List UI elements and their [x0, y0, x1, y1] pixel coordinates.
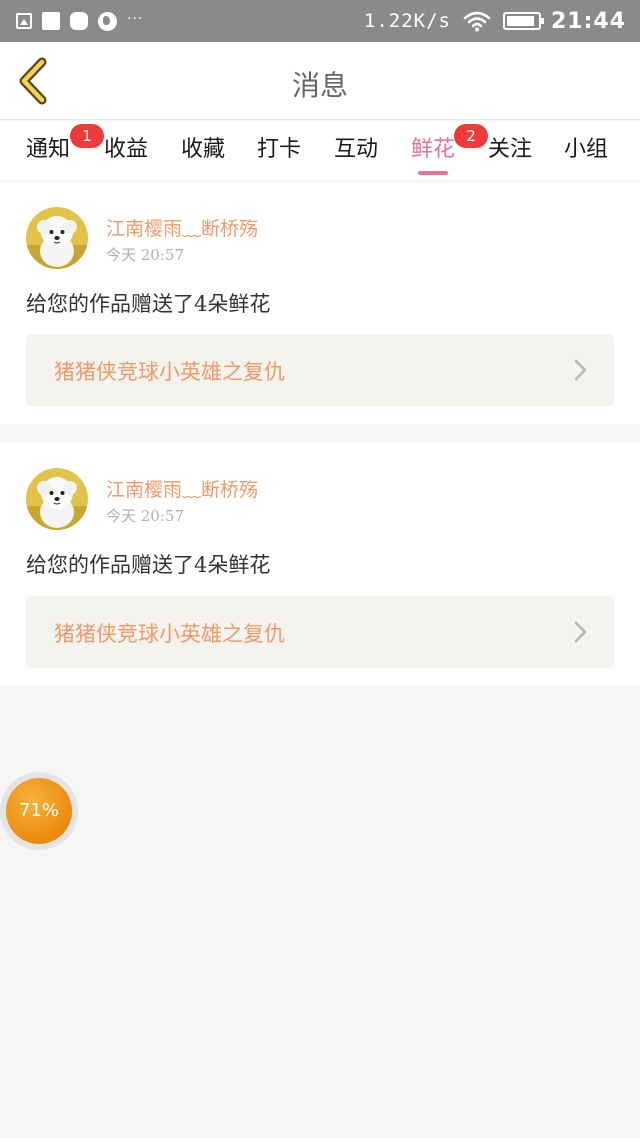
tab-checkin[interactable]: 打卡: [257, 131, 301, 171]
dog-avatar-icon: [26, 207, 88, 269]
tab-groups[interactable]: 小组: [564, 131, 608, 171]
status-bar: ··· 1.22K/s 21:44: [0, 0, 640, 42]
tab-label: 互动: [334, 137, 379, 162]
tab-label: 打卡: [257, 137, 302, 162]
tab-favorites[interactable]: 收藏: [181, 131, 225, 171]
avatar[interactable]: [26, 207, 88, 269]
more-notifications-icon: ···: [127, 11, 144, 27]
unread-badge: 2: [454, 124, 488, 148]
tab-interactions[interactable]: 互动: [334, 131, 378, 171]
battery-icon: [502, 12, 544, 30]
work-link[interactable]: 猪猪侠竞球小英雄之复仇: [26, 596, 614, 668]
active-tab-indicator: [418, 171, 449, 175]
work-title: 猪猪侠竞球小英雄之复仇: [54, 360, 285, 384]
tab-bar: 通知 1 收益 收藏 打卡 互动 鲜花 2 关注 小组: [0, 121, 640, 179]
wifi-icon: [463, 11, 491, 32]
progress-percent: 71%: [6, 778, 72, 844]
tab-label: 鲜花: [411, 137, 456, 162]
tab-label: 小组: [564, 137, 609, 162]
message-text: 给您的作品赠送了4朵鲜花: [26, 292, 271, 316]
tab-label: 关注: [488, 137, 533, 162]
floating-progress-ball[interactable]: 71%: [0, 772, 78, 850]
tab-earnings[interactable]: 收益: [104, 131, 148, 171]
clock: 21:44: [550, 8, 626, 34]
message-time: 今天 20:57: [106, 246, 184, 264]
network-speed: 1.22K/s: [363, 10, 451, 32]
chevron-right-icon: [574, 621, 587, 643]
user-name[interactable]: 江南樱雨﹏断桥殇: [106, 475, 258, 502]
tab-notifications[interactable]: 通知 1: [26, 124, 104, 171]
gallery-icon: [16, 13, 32, 29]
chevron-right-icon: [574, 359, 587, 381]
square-icon: [42, 12, 60, 30]
header: 消息: [0, 42, 640, 120]
message-card: 江南樱雨﹏断桥殇 今天 20:57 给您的作品赠送了4朵鲜花 猪猪侠竞球小英雄之…: [0, 442, 640, 686]
tab-label: 通知: [26, 137, 71, 162]
work-title: 猪猪侠竞球小英雄之复仇: [54, 622, 285, 646]
page-title: 消息: [291, 69, 348, 102]
user-name[interactable]: 江南樱雨﹏断桥殇: [106, 214, 258, 241]
message-text: 给您的作品赠送了4朵鲜花: [26, 553, 271, 577]
rounded-square-icon: [70, 12, 88, 30]
unread-badge: 1: [70, 124, 104, 148]
globe-icon: [98, 11, 117, 31]
tab-flowers[interactable]: 鲜花 2: [411, 124, 488, 175]
dog-avatar-icon: [26, 468, 88, 530]
tab-label: 收益: [104, 137, 149, 162]
message-time: 今天 20:57: [106, 507, 184, 525]
tab-label: 收藏: [181, 137, 226, 162]
status-bar-left: ···: [16, 11, 143, 31]
status-bar-right: 1.22K/s 21:44: [364, 6, 626, 36]
avatar[interactable]: [26, 468, 88, 530]
battery-level: [506, 16, 534, 26]
tab-following[interactable]: 关注: [488, 131, 532, 171]
message-card: 江南樱雨﹏断桥殇 今天 20:57 给您的作品赠送了4朵鲜花 猪猪侠竞球小英雄之…: [0, 183, 640, 424]
work-link[interactable]: 猪猪侠竞球小英雄之复仇: [26, 334, 614, 406]
